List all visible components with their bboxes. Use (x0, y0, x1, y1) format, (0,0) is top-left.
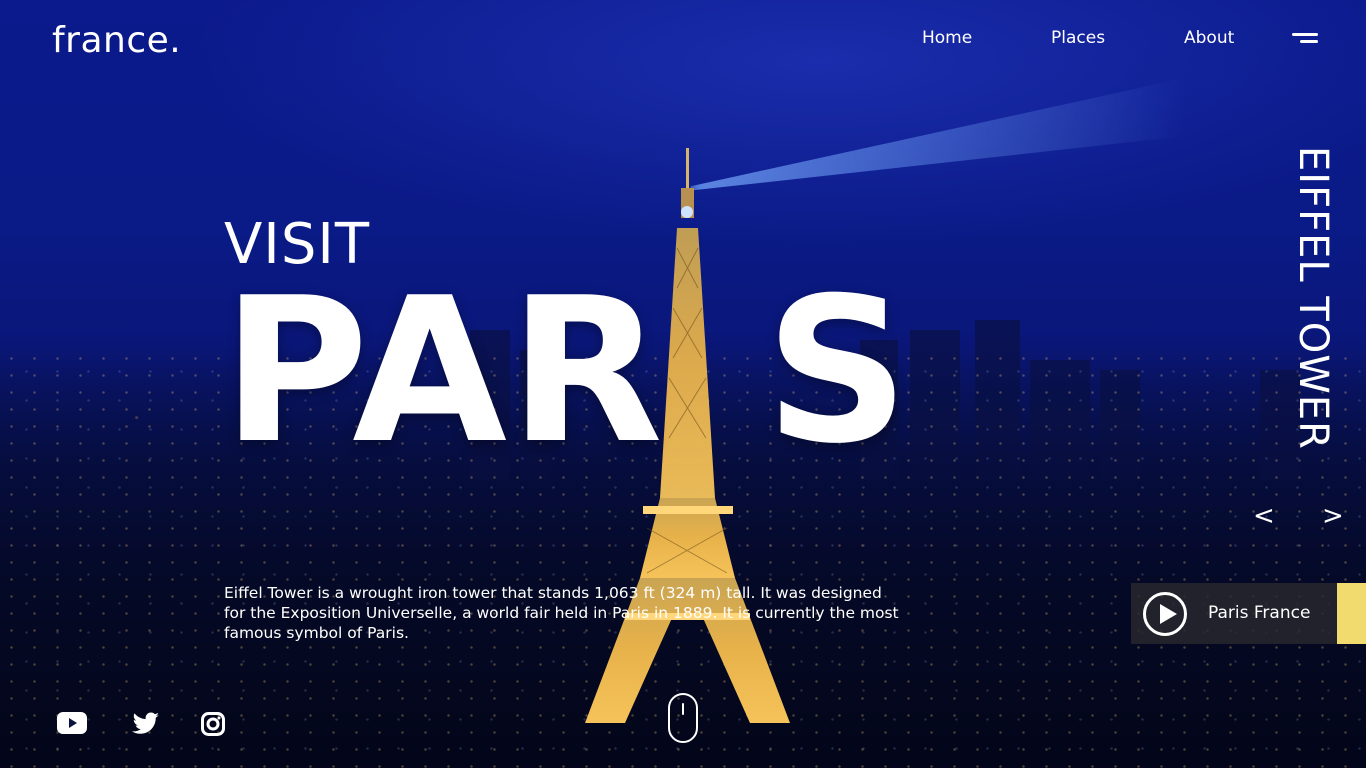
prev-arrow-button[interactable]: < (1253, 501, 1275, 531)
hamburger-menu-icon[interactable] (1292, 33, 1318, 45)
nav-home[interactable]: Home (922, 28, 972, 48)
hero-description: Eiffel Tower is a wrought iron tower tha… (224, 584, 899, 642)
menu-line (1292, 33, 1318, 36)
youtube-icon[interactable] (57, 712, 87, 734)
hero-title-right: S (765, 255, 912, 488)
hero-title-left: PAR (222, 255, 666, 488)
hero-title: PAR S (222, 272, 911, 472)
scroll-mouse-icon[interactable] (668, 693, 698, 743)
nav-about[interactable]: About (1184, 28, 1234, 48)
menu-line (1300, 40, 1318, 43)
play-icon[interactable] (1143, 592, 1187, 636)
accent-bar (1337, 583, 1366, 644)
vertical-slide-label: EIFFEL TOWER (1290, 146, 1336, 450)
nav-places[interactable]: Places (1051, 28, 1105, 48)
video-play-box[interactable]: Paris France (1131, 583, 1337, 644)
next-arrow-button[interactable]: > (1322, 501, 1344, 531)
site-logo[interactable]: france. (52, 20, 181, 61)
instagram-icon[interactable] (201, 712, 225, 736)
twitter-icon[interactable] (132, 712, 160, 736)
video-label: Paris France (1208, 603, 1311, 623)
